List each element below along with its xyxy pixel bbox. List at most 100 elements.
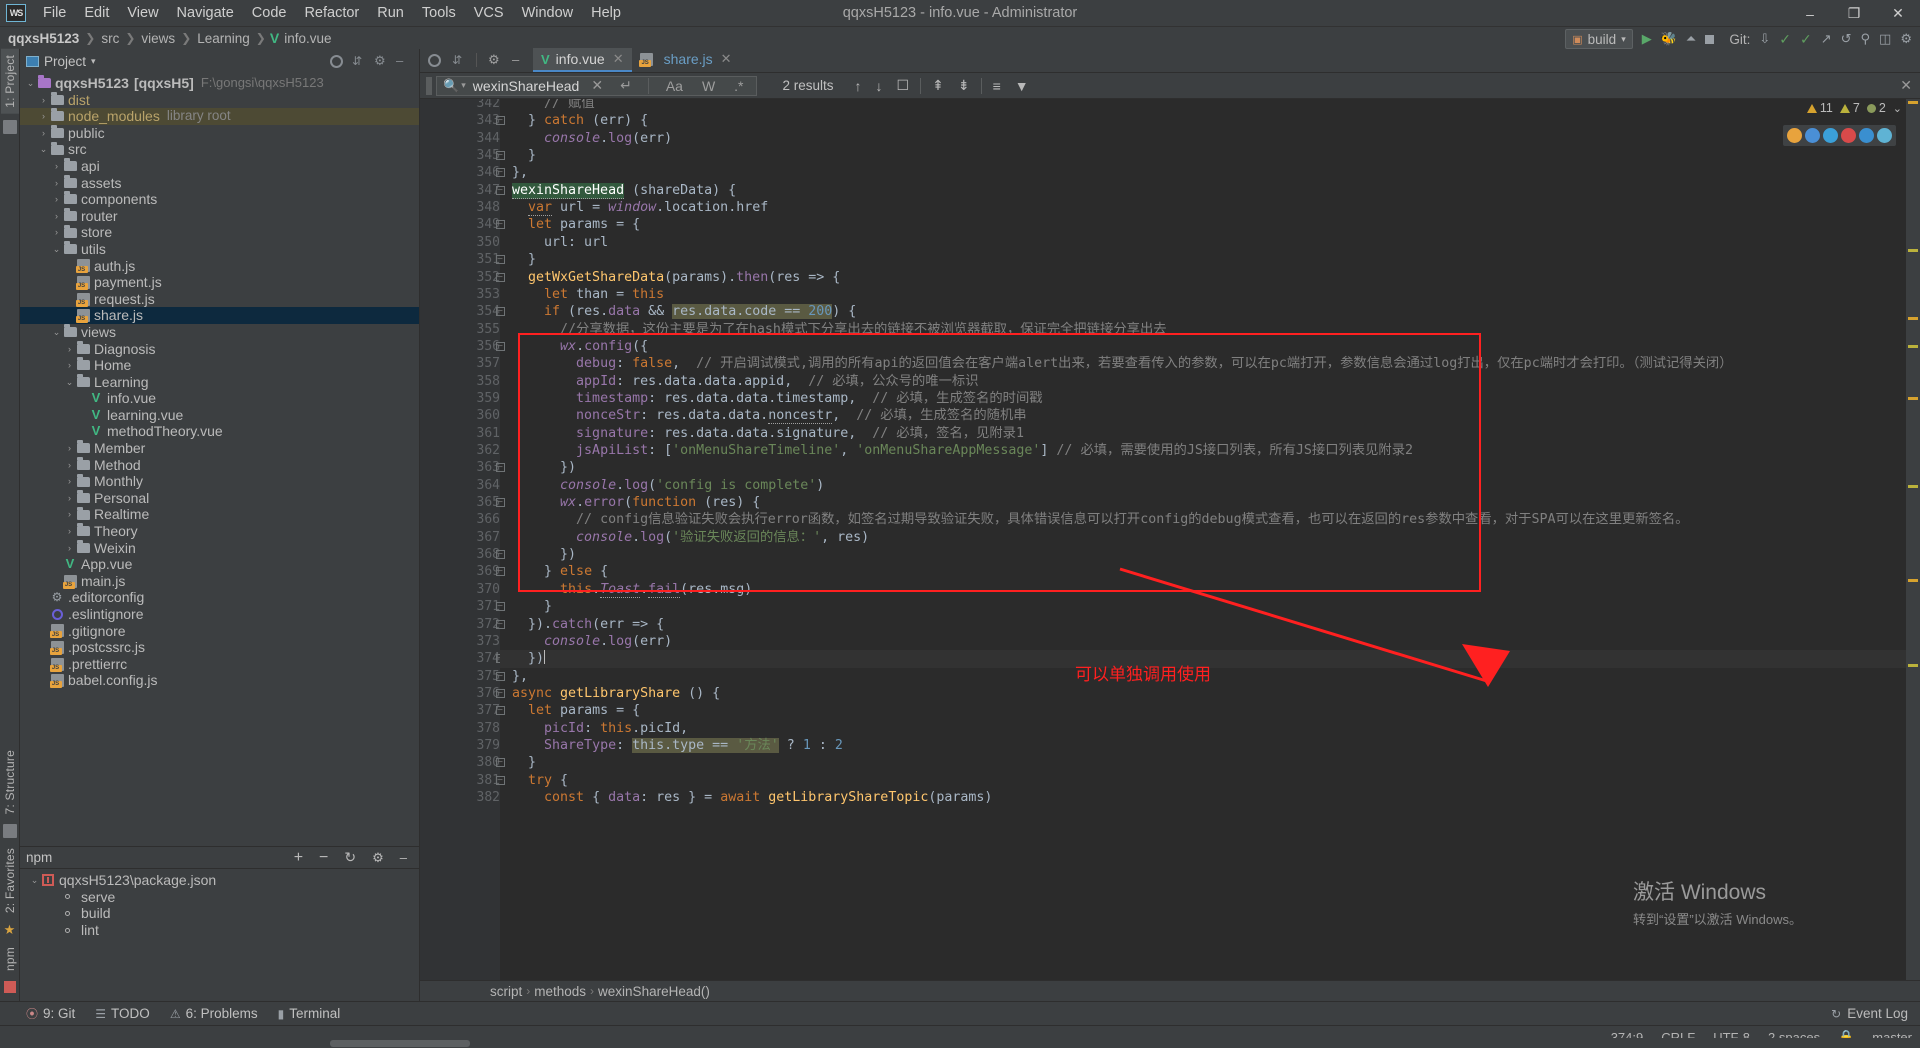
menu-run[interactable]: Run [368,2,413,24]
code-line[interactable]: jsApiList: ['onMenuShareTimeline', 'onMe… [512,442,1413,459]
code-line[interactable]: signature: res.data.data.signature, // 必… [512,425,1024,442]
maximize-button[interactable]: ❐ [1832,0,1876,27]
settings-icon[interactable]: ⚙ [372,850,384,866]
search-everywhere-icon[interactable]: ⚲ [1861,31,1871,47]
tree-node-info-vue[interactable]: Vinfo.vue [20,390,419,407]
history-icon[interactable]: ↺ [1841,31,1852,47]
tool-window-problems[interactable]: ⚠ 6: Problems [170,1006,258,1021]
structure-panel-icon[interactable] [2,119,17,134]
code-line[interactable]: console.log('验证失败返回的信息：', res) [512,529,869,546]
code-line[interactable]: } [512,147,536,164]
inspection-widget[interactable]: 11 7 2 ⌄ [1806,101,1902,115]
expand-arrow-icon[interactable]: ⌄ [28,874,41,887]
npm-node-serve[interactable]: serve [20,889,419,906]
code-text[interactable]: // 赋值 } catch (err) { console.log(err) }… [500,99,1906,980]
expand-arrow-icon[interactable]: › [37,127,50,140]
run-button[interactable]: ▶ [1642,31,1652,47]
tree-node-node-modules[interactable]: › node_modules library root [20,108,419,125]
expand-arrow-icon[interactable]: › [63,458,76,471]
breadcrumb-project[interactable]: qqxsH5123 [6,31,81,46]
menu-code[interactable]: Code [243,2,296,24]
expand-arrow-icon[interactable]: › [63,342,76,355]
code-line[interactable]: }, [512,164,528,181]
tool-window-git[interactable]: ⦿ 9: Git [26,1005,75,1022]
code-line[interactable]: }, [512,668,528,685]
tool-tab-npm[interactable]: npm [1,941,19,977]
menu-help[interactable]: Help [582,2,630,24]
tree-node-methodtheory-vue[interactable]: VmethodTheory.vue [20,423,419,440]
code-line[interactable]: nonceStr: res.data.data.noncestr, // 必填，… [512,407,1027,425]
remove-icon[interactable]: − [319,849,328,867]
coverage-icon[interactable]: ⏶ [1686,31,1696,47]
breadcrumb-function[interactable]: wexinShareHead() [598,984,710,999]
firefox-icon[interactable] [1805,128,1820,143]
code-line[interactable]: // config信息验证失败会执行error函数，如签名过期导致验证失败，具体… [512,511,1688,528]
tree-node-api[interactable]: › api [20,158,419,175]
hide-panel-icon[interactable]: – [400,850,407,865]
locate-icon[interactable] [428,53,441,67]
search-history-icon[interactable]: ↵ [615,77,637,94]
add-icon[interactable]: + [294,849,303,867]
scrollbar-thumb[interactable] [330,1040,470,1047]
tree-node--eslintignore[interactable]: .eslintignore [20,606,419,623]
tree-node-dist[interactable]: › dist [20,92,419,109]
find-previous-icon[interactable]: ↑ [848,78,869,94]
menu-window[interactable]: Window [513,2,583,24]
tree-node-personal[interactable]: › Personal [20,490,419,507]
code-line[interactable]: ShareType: this.type == '方法' ? 1 : 2 [512,737,843,754]
find-in-selection-icon[interactable]: ≡ [986,78,1008,94]
code-line[interactable]: }) [512,459,576,476]
breadcrumb-methods[interactable]: methods [534,984,586,999]
code-line[interactable]: debug: false, // 开启调试模式,调用的所有api的返回值会在客户… [512,355,1732,372]
chrome-icon[interactable] [1787,128,1802,143]
collapse-all-icon[interactable]: ⇵ [352,55,365,68]
code-line[interactable]: try { [512,772,568,789]
add-line-selection-icon[interactable]: ⇞ [925,77,951,94]
code-line[interactable]: }).catch(err => { [512,616,664,633]
tree-node-components[interactable]: › components [20,191,419,208]
tab-share-js[interactable]: share.js ✕ [632,48,740,72]
code-line[interactable]: appId: res.data.data.appid, // 必填，公众号的唯一… [512,373,978,390]
tree-node-assets[interactable]: › assets [20,175,419,192]
breadcrumb-file[interactable]: info.vue [282,31,333,46]
regex-toggle[interactable]: .* [728,78,749,94]
refresh-icon[interactable]: ↻ [344,849,356,866]
code-line[interactable]: console.log(err) [512,633,672,650]
npm-node-lint[interactable]: lint [20,922,419,939]
tree-node-utils[interactable]: ⌄ utils [20,241,419,258]
tree-node-learning-vue[interactable]: Vlearning.vue [20,407,419,424]
tree-node-weixin[interactable]: › Weixin [20,540,419,557]
expand-arrow-icon[interactable]: › [63,359,76,372]
code-line[interactable]: } [512,754,536,771]
expand-arrow-icon[interactable]: ⌄ [50,243,63,256]
code-line[interactable]: async getLibraryShare () { [512,685,720,702]
tree-node--gitignore[interactable]: .gitignore [20,623,419,640]
code-line[interactable]: }) [512,650,546,667]
expand-arrow-icon[interactable]: › [37,110,50,123]
expand-arrow-icon[interactable]: › [37,93,50,106]
tree-node-qqxsh5123[interactable]: ⌄ qqxsH5123 [qqxsH5] F:\gongsi\qqxsH5123 [20,75,419,92]
tree-node-store[interactable]: › store [20,224,419,241]
npm-node-qqxsh5123-package-json[interactable]: ⌄ qqxsH5123\package.json [20,872,419,889]
match-case-toggle[interactable]: Aa [660,78,689,94]
code-line[interactable]: wexinShareHead (shareData) { [512,182,736,199]
locate-icon[interactable] [330,54,343,68]
chevron-down-icon[interactable]: ▾ [461,80,466,91]
npm-scripts-tree[interactable]: ⌄ qqxsH5123\package.json serve build lint [20,869,419,1001]
menu-file[interactable]: File [34,2,75,24]
modules-icon[interactable] [2,823,17,838]
code-line[interactable]: url: url [512,234,608,251]
tree-node-diagnosis[interactable]: › Diagnosis [20,341,419,358]
breadcrumb-script[interactable]: script [490,984,522,999]
code-line[interactable]: } else { [512,563,608,580]
code-line[interactable]: //分享数据，这份主要是为了在hash模式下分享出去的链接不被浏览器截取，保证完… [512,321,1167,338]
error-stripe-gutter[interactable] [1906,99,1920,980]
tree-node-member[interactable]: › Member [20,440,419,457]
minimize-button[interactable]: – [1788,0,1832,27]
settings-icon[interactable]: ⚙ [488,53,501,67]
code-line[interactable]: let than = this [512,286,664,303]
chevron-down-icon[interactable]: ⌄ [1893,102,1902,115]
find-next-icon[interactable]: ↓ [869,78,890,94]
code-line[interactable]: }) [512,546,576,563]
menu-tools[interactable]: Tools [413,2,465,24]
